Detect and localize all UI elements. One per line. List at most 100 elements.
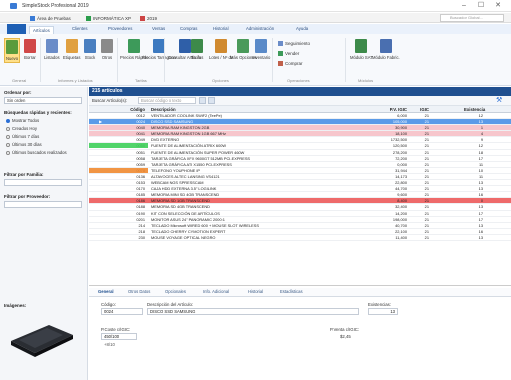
cell-igic: 21: [424, 125, 429, 131]
cell-code: 230: [138, 234, 146, 240]
cell-spacer: [432, 162, 464, 167]
stock-button[interactable]: Stock: [84, 39, 96, 60]
provider-select[interactable]: [4, 201, 82, 208]
cell-description: MEMORIA RAM KINGSTON 1GB 667 MHz: [151, 131, 226, 137]
radio-ultimos-buscados[interactable]: Últimos buscados realizados: [6, 150, 67, 155]
cell-pv-igic: 120,500: [392, 143, 407, 149]
search-articles-input[interactable]: Buscar código o texto: [138, 97, 196, 104]
otros-button[interactable]: Otros: [101, 39, 113, 60]
search-icon[interactable]: [208, 97, 215, 104]
new-button[interactable]: Nuevo: [4, 38, 21, 63]
vender-button[interactable]: Vender: [278, 50, 310, 56]
separator: [117, 38, 118, 82]
col-igic[interactable]: IGIC: [410, 106, 432, 112]
window-title: SimpleStock Profesional 2019: [22, 3, 89, 9]
listados-button[interactable]: Listados: [44, 39, 60, 60]
sat-icon: [355, 39, 368, 53]
cell-spacer: [432, 211, 464, 216]
tab-info-adicional[interactable]: Info. Adicional: [203, 289, 229, 294]
tools-icon[interactable]: ⚒: [496, 97, 505, 104]
tab-label: Estadísticas: [280, 289, 303, 294]
separator: [272, 38, 273, 82]
tab-historial-detail[interactable]: Historial: [248, 289, 263, 294]
tab-historial[interactable]: Historial: [213, 26, 229, 31]
radio-label: Creados Hoy: [12, 126, 38, 131]
tab-compras[interactable]: Compras: [180, 26, 197, 31]
cell-description: MEMORIA SD 4GB TRANSCEND: [151, 204, 210, 210]
dept-selector[interactable]: INFORMÁTICA XP: [86, 15, 131, 21]
tab-general[interactable]: General: [98, 289, 114, 294]
family-filter-label: Filtrar por Familia:: [4, 172, 44, 177]
cell-existencia: 13: [478, 186, 483, 192]
cell-description: TECLADO CHERRY CYMOTION EXPERT: [151, 228, 226, 234]
row-marker: [89, 223, 99, 228]
cell-code: 0153: [136, 180, 145, 186]
global-search-input[interactable]: Buscador Global...: [440, 14, 504, 22]
cell-existencia: 18: [478, 149, 483, 155]
row-indicator: [99, 186, 110, 191]
cell-pv-igic: 198,000: [392, 216, 407, 222]
stock-field[interactable]: 13: [368, 308, 398, 315]
cost-field[interactable]: 450/100: [101, 333, 137, 340]
seguimiento-button[interactable]: Seguimiento: [278, 40, 310, 46]
cell-igic: 21: [424, 113, 429, 118]
new-label: Nuevo: [6, 56, 19, 61]
tab-ayuda[interactable]: Ayuda: [296, 26, 308, 31]
company-selector[interactable]: Área de Pruebas: [30, 15, 71, 21]
cell-description: FUENTE DE ALIMENTACIÓN SUPER POWER 460W: [151, 149, 245, 155]
tab-otros-datos[interactable]: Otros Datos: [128, 289, 150, 294]
family-select[interactable]: [4, 179, 82, 186]
listados-label: Listados: [44, 55, 60, 60]
radio-creados-hoy[interactable]: Creados Hoy: [6, 126, 37, 131]
quick-access-bar: [0, 13, 511, 23]
radio-label: Mostrar Todos: [12, 118, 40, 123]
radio-ultimos-30[interactable]: Últimos 30 días: [6, 142, 42, 147]
row-indicator: [99, 162, 110, 167]
delete-button[interactable]: Borrar: [24, 39, 36, 60]
stock-icon: [84, 39, 96, 53]
cell-existencia: 17: [478, 210, 483, 216]
col-codigo[interactable]: Código: [110, 106, 148, 112]
etiquetas-button[interactable]: Etiquetas: [63, 39, 80, 60]
code-field[interactable]: 0024: [101, 308, 143, 315]
cell-spacer: [432, 192, 464, 197]
code-label: Código:: [101, 302, 116, 307]
tab-administracion[interactable]: Administración: [246, 26, 274, 31]
tab-proveedores[interactable]: Proveedores: [108, 26, 132, 31]
radio-mostrar-todos[interactable]: Mostrar Todos: [6, 118, 39, 123]
cell-spacer: [432, 119, 464, 124]
close-button[interactable]: ✕: [492, 2, 504, 10]
order-select[interactable]: Sin orden: [4, 97, 82, 104]
modulo-fabric-button[interactable]: Módulo Fabric.: [372, 39, 400, 60]
minimize-button[interactable]: –: [458, 2, 470, 10]
tarifas-label: Tarifas: [191, 55, 204, 60]
tarifas-button[interactable]: Tarifas: [191, 39, 203, 60]
col-descripcion[interactable]: Descripción: [148, 106, 360, 112]
description-field[interactable]: DISCO SSD SAMSUNG: [147, 308, 359, 315]
comprar-button[interactable]: Comprar: [278, 60, 310, 66]
file-menu-button[interactable]: [7, 24, 26, 34]
col-pv-igic[interactable]: P.V. IGIC: [360, 106, 410, 112]
cell-description: TARJETA GRÁFICA XFX 9600GT 512MB PCI-EXP…: [151, 155, 251, 161]
tab-label: Historial: [213, 26, 229, 31]
tab-opcionales[interactable]: Opcionales: [165, 289, 186, 294]
factory-icon: [379, 39, 392, 53]
radio-dot: [6, 134, 10, 139]
modulo-sat-button[interactable]: Módulo SAT: [350, 39, 373, 60]
table-row[interactable]: 230 MOUSE VOYAGE OPTICAL NEGRO 11,400 21 13: [89, 234, 511, 241]
tab-clientes[interactable]: Clientes: [72, 26, 88, 31]
tab-articulos[interactable]: Artículos: [29, 26, 54, 34]
maximize-button[interactable]: ☐: [475, 2, 487, 10]
track-icon: [278, 40, 283, 46]
tab-ventas[interactable]: Ventas: [152, 26, 165, 31]
col-existencia[interactable]: Existencia: [464, 106, 486, 112]
articles-grid[interactable]: Código Descripción P.V. IGIC IGIC Existe…: [89, 106, 511, 286]
filter-icon[interactable]: [199, 97, 206, 104]
inventario-button[interactable]: Inventario: [252, 39, 270, 60]
row-indicator: [99, 113, 110, 118]
tab-estadisticas[interactable]: Estadísticas: [280, 289, 303, 294]
etiquetas-label: Etiquetas: [63, 55, 81, 60]
cell-igic: 21: [424, 137, 429, 143]
year-selector[interactable]: 2019: [140, 15, 157, 21]
radio-ultimos-7[interactable]: Últimos 7 días: [6, 134, 39, 139]
